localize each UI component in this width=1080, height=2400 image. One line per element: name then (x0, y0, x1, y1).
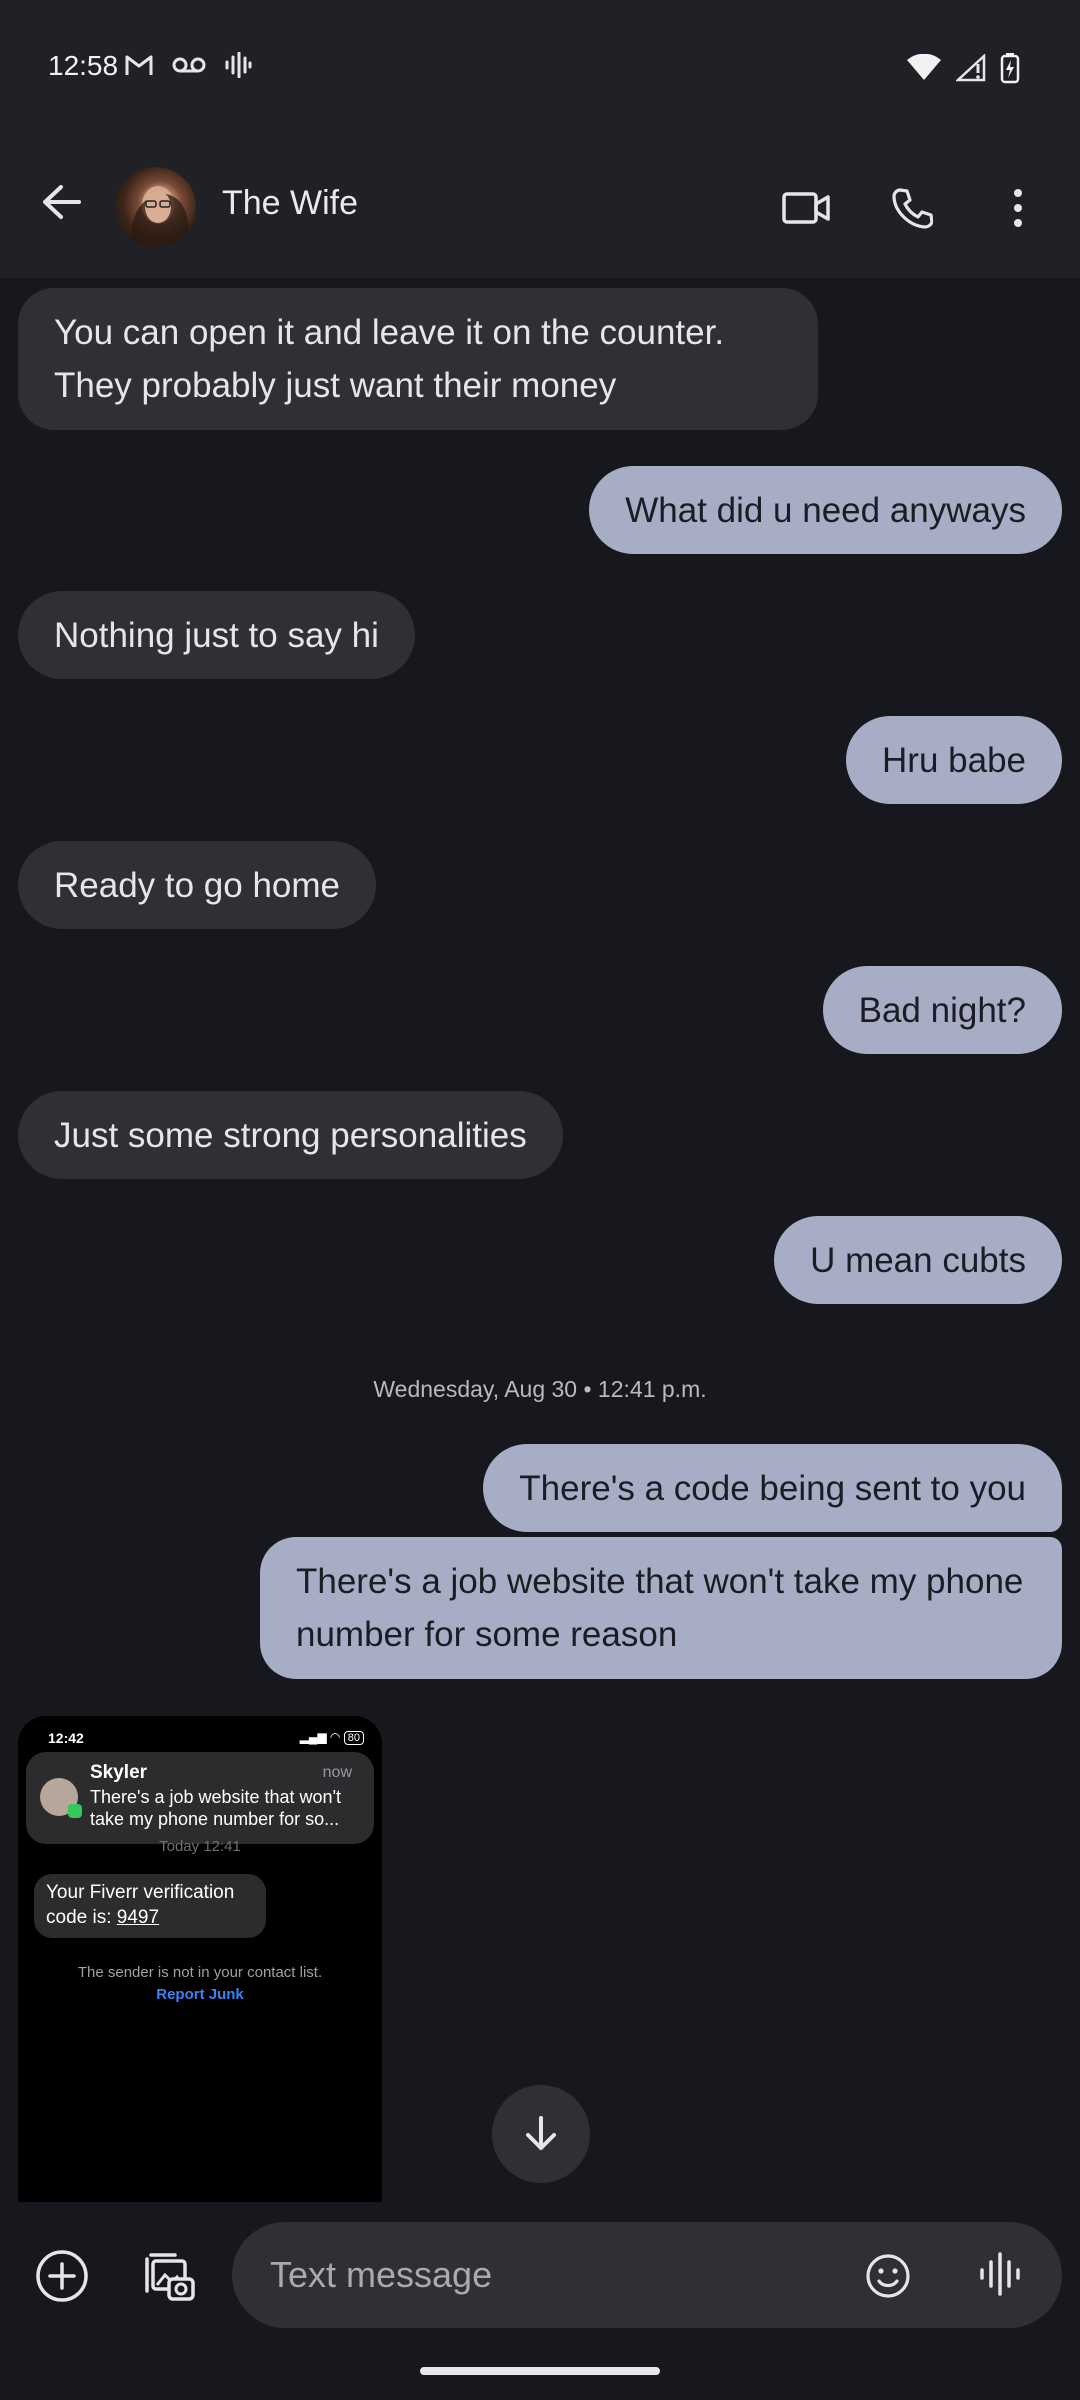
back-button[interactable] (36, 177, 86, 227)
status-time: 12:58 (48, 50, 119, 81)
phone-icon (892, 188, 933, 229)
arrow-down-icon (526, 2116, 556, 2150)
message-text-line: You can open it and leave it on the coun… (54, 313, 725, 352)
gallery-icon (145, 2253, 195, 2301)
attachment-status-time: 12:42 (48, 1730, 84, 1746)
compose-bar: Text message (0, 2210, 1080, 2340)
contact-name[interactable]: The Wife (222, 184, 358, 223)
gallery-button[interactable] (140, 2246, 198, 2304)
attachment-notification: Skyler now There's a job website that wo… (26, 1752, 374, 1844)
message-bubble-incoming[interactable]: Ready to go home (18, 841, 377, 929)
more-options-button[interactable] (1000, 180, 1036, 236)
signal-icon: ▂▄▆ (299, 1730, 327, 1744)
video-call-button[interactable] (778, 180, 834, 236)
more-vert-icon (1014, 189, 1022, 227)
notification-text: There's a job website that won't take my… (90, 1787, 342, 1829)
image-attachment[interactable]: 12:42 ▂▄▆ ◠ 80 Skyler now There's a job … (18, 1716, 382, 2202)
message-text-line: They probably just want their money (54, 366, 617, 405)
attachment-status-icons: ▂▄▆ ◠ 80 (299, 1730, 364, 1745)
message-text-line: number for some reason (296, 1615, 678, 1654)
conversation-header: The Wife (0, 140, 1080, 278)
message-text: U mean cubts (810, 1241, 1026, 1280)
message-input[interactable]: Text message (232, 2222, 1062, 2328)
attachment-battery: 80 (343, 1731, 364, 1745)
contact-avatar[interactable] (116, 167, 196, 247)
back-icon (43, 185, 81, 219)
status-system-icons (906, 52, 1020, 89)
phone-call-button[interactable] (884, 180, 940, 236)
emoji-button[interactable] (864, 2252, 912, 2300)
wifi-icon: ◠ (329, 1730, 341, 1744)
scroll-to-bottom-button[interactable] (492, 2085, 590, 2183)
message-text: Hru babe (882, 741, 1026, 780)
message-bubble-outgoing[interactable]: There's a code being sent to you (483, 1444, 1062, 1532)
message-text: There's a code being sent to you (519, 1469, 1026, 1508)
status-bar: 12:58 (0, 0, 1080, 140)
voice-message-button[interactable] (974, 2248, 1026, 2300)
message-text: Nothing just to say hi (54, 616, 379, 655)
signal-icon (954, 53, 986, 87)
message-bubble-incoming[interactable]: Just some strong personalities (18, 1091, 563, 1179)
voicemail-icon (172, 55, 206, 80)
message-bubble-outgoing[interactable]: Bad night? (822, 966, 1062, 1054)
message-input-placeholder: Text message (270, 2254, 493, 2295)
message-text: Ready to go home (54, 866, 341, 905)
attachment-today-label: Today 12:41 (159, 1838, 241, 1855)
status-notification-icons (124, 51, 252, 83)
voice-icon (980, 2252, 1020, 2296)
emoji-icon (866, 2254, 910, 2298)
message-text: Bad night? (858, 991, 1026, 1030)
video-call-icon (782, 192, 830, 224)
add-icon (36, 2250, 88, 2302)
message-bubble-outgoing[interactable]: There's a job website that won't take my… (260, 1537, 1062, 1679)
messages-app-icon (68, 1804, 82, 1818)
battery-charging-icon (1000, 52, 1020, 89)
attachment-message: Your Fiverr verification code is: 9497 (34, 1874, 266, 1938)
message-text: Just some strong personalities (54, 1116, 527, 1155)
sound-wave-icon (224, 51, 252, 83)
message-bubble-incoming[interactable]: You can open it and leave it on the coun… (18, 288, 818, 430)
gmail-icon (124, 53, 154, 82)
message-text: What did u need anyways (625, 491, 1026, 530)
attachment-report-junk: Report Junk (156, 1986, 244, 2003)
message-bubble-outgoing[interactable]: U mean cubts (774, 1216, 1062, 1304)
add-attachment-button[interactable] (34, 2248, 90, 2304)
verification-code: 9497 (116, 1907, 160, 1928)
date-separator: Wednesday, Aug 30 • 12:41 p.m. (373, 1376, 707, 1402)
home-indicator[interactable] (420, 2367, 660, 2375)
notification-sender: Skyler (90, 1762, 148, 1783)
attachment-sender-note: The sender is not in your contact list. (77, 1964, 323, 1981)
message-text-line: There's a job website that won't take my… (296, 1562, 1024, 1601)
message-bubble-outgoing[interactable]: What did u need anyways (589, 466, 1062, 554)
notification-time: now (322, 1764, 352, 1781)
message-bubble-incoming[interactable]: Nothing just to say hi (18, 591, 415, 679)
wifi-icon (906, 53, 942, 87)
message-bubble-outgoing[interactable]: Hru babe (846, 716, 1062, 804)
